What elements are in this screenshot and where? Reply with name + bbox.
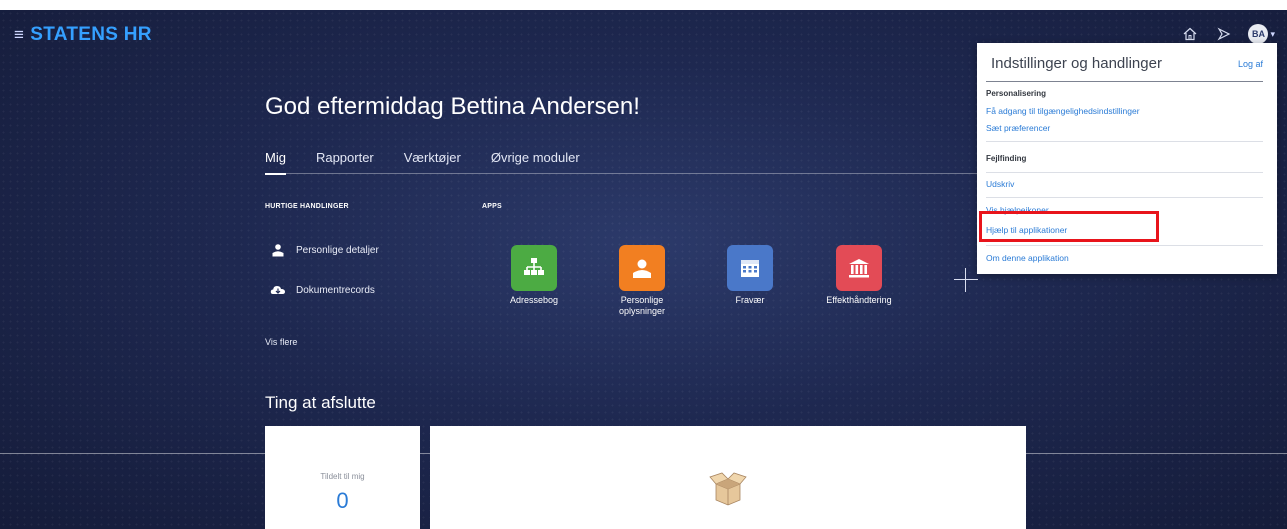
brand-menu-button[interactable]: ≡ STATENS HR xyxy=(14,24,152,46)
person-icon xyxy=(270,242,286,258)
tabs-divider xyxy=(265,173,983,174)
apps-heading: APPS xyxy=(482,203,502,210)
troubleshooting-heading: Fejlfinding xyxy=(986,154,1027,163)
app-label: Fravær xyxy=(735,295,765,305)
popup-title: Indstillinger og handlinger xyxy=(991,55,1162,72)
personalization-heading: Personalisering xyxy=(986,89,1047,98)
page-title: God eftermiddag Bettina Andersen! xyxy=(265,93,640,120)
set-preferences-link[interactable]: Sæt præferencer xyxy=(986,123,1050,133)
app-personlige-oplysninger[interactable]: Personlige oplysninger xyxy=(597,245,687,317)
bank-icon xyxy=(836,245,882,291)
home-page: ≡ STATENS HR BA ▾ God eftermiddag Bettin… xyxy=(0,10,1287,529)
todo-heading: Ting at afslutte xyxy=(265,393,376,412)
about-application-link[interactable]: Om denne applikation xyxy=(986,253,1069,263)
navigator-icon[interactable] xyxy=(1214,24,1234,44)
accessibility-settings-link[interactable]: Få adgang til tilgængelighedsindstilling… xyxy=(986,106,1140,116)
popup-divider xyxy=(986,81,1263,82)
show-more-link[interactable]: Vis flere xyxy=(265,337,297,347)
app-effekthaandtering[interactable]: Effekthåndtering xyxy=(814,245,904,306)
avatar: BA xyxy=(1248,24,1269,44)
brand-title: STATENS HR xyxy=(30,24,152,45)
logout-link[interactable]: Log af xyxy=(1238,59,1263,69)
popup-divider xyxy=(986,197,1263,198)
quick-action-label: Personlige detaljer xyxy=(296,244,379,256)
print-link[interactable]: Udskriv xyxy=(986,179,1014,189)
app-label: Adressebog xyxy=(509,295,559,305)
tab-oevrige-moduler[interactable]: Øvrige moduler xyxy=(491,150,580,175)
app-fravaer[interactable]: Fravær xyxy=(705,245,795,306)
popup-divider xyxy=(986,245,1263,246)
calendar-icon xyxy=(727,245,773,291)
tab-vaerktoejer[interactable]: Værktøjer xyxy=(404,150,461,175)
assigned-label: Tildelt til mig xyxy=(320,472,365,481)
app-label: Effekthåndtering xyxy=(826,295,892,305)
settings-actions-popup: Indstillinger og handlinger Log af Perso… xyxy=(977,43,1277,274)
quick-action-label: Dokumentrecords xyxy=(296,284,375,296)
quick-action-document-records[interactable]: Dokumentrecords xyxy=(270,282,375,298)
global-header-icons: BA ▾ xyxy=(1180,24,1275,44)
user-menu-button[interactable]: BA ▾ xyxy=(1248,24,1275,44)
org-chart-icon xyxy=(511,245,557,291)
empty-box-icon xyxy=(708,472,748,511)
popup-divider xyxy=(986,141,1263,142)
quick-actions-heading: HURTIGE HANDLINGER xyxy=(265,203,349,210)
home-icon[interactable] xyxy=(1180,24,1200,44)
tab-rapporter[interactable]: Rapporter xyxy=(316,150,374,175)
tab-mig[interactable]: Mig xyxy=(265,150,286,175)
app-adressebog[interactable]: Adressebog xyxy=(489,245,579,306)
add-app-icon[interactable] xyxy=(954,268,978,292)
assigned-to-me-card[interactable]: Tildelt til mig 0 xyxy=(265,426,420,529)
todo-empty-card xyxy=(430,426,1026,529)
popup-divider xyxy=(986,172,1263,173)
chevron-down-icon: ▾ xyxy=(1270,28,1275,39)
app-label: Personlige oplysninger xyxy=(618,295,666,316)
popup-header: Indstillinger og handlinger Log af xyxy=(991,55,1263,72)
springboard-tabs: Mig Rapporter Værktøjer Øvrige moduler xyxy=(265,150,610,175)
quick-action-personal-details[interactable]: Personlige detaljer xyxy=(270,242,379,258)
application-help-link[interactable]: Hjælp til applikationer xyxy=(986,225,1067,235)
show-help-icons-link[interactable]: Vis hjælpeikoner xyxy=(986,205,1049,215)
hamburger-icon[interactable]: ≡ xyxy=(14,25,24,45)
document-cloud-icon xyxy=(270,282,286,298)
person-card-icon xyxy=(619,245,665,291)
assigned-count: 0 xyxy=(336,488,349,513)
